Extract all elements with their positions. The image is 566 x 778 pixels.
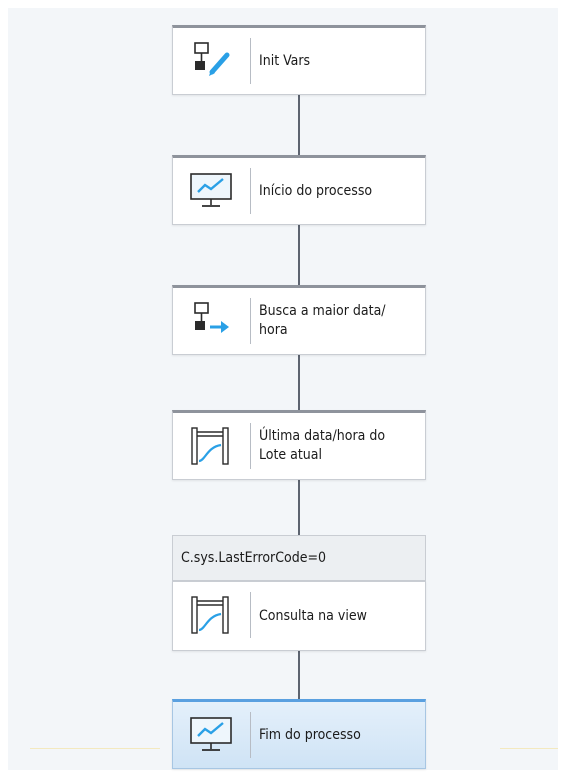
condition-label: C.sys.LastErrorCode=0	[181, 550, 327, 566]
node-separator	[250, 168, 251, 214]
node-separator	[250, 592, 251, 638]
monitor-chart-icon	[185, 168, 239, 216]
flow-step-busca-maior-data[interactable]: Busca a maior data/ hora	[172, 285, 426, 355]
connector-line	[298, 651, 300, 699]
database-query-icon	[185, 592, 239, 640]
node-label: Última data/hora do Lote atual	[259, 428, 386, 463]
assign-variable-icon	[185, 38, 239, 86]
connector-line	[298, 480, 300, 535]
node-label: Consulta na view	[259, 607, 367, 624]
condition-header[interactable]: C.sys.LastErrorCode=0	[172, 535, 426, 581]
flow-step-ultima-data-hora[interactable]: Última data/hora do Lote atual	[172, 410, 426, 480]
flow-step-init-vars[interactable]: Init Vars	[172, 25, 426, 95]
node-separator	[250, 712, 251, 758]
node-separator	[250, 423, 251, 469]
assign-arrow-icon	[185, 298, 239, 346]
guide-line	[30, 748, 160, 749]
node-label: Busca a maior data/ hora	[259, 303, 386, 338]
flow-step-fim-do-processo[interactable]: Fim do processo	[172, 699, 426, 769]
node-label: Início do processo	[259, 182, 373, 199]
connector-line	[298, 95, 300, 155]
node-separator	[250, 38, 251, 84]
flow-step-inicio-do-processo[interactable]: Início do processo	[172, 155, 426, 225]
node-label: Fim do processo	[259, 726, 361, 743]
guide-line	[500, 748, 558, 749]
connector-line	[298, 225, 300, 285]
flow-step-consulta-na-view[interactable]: Consulta na view	[172, 581, 426, 651]
flow-canvas	[8, 8, 558, 770]
database-query-icon	[185, 423, 239, 471]
connector-line	[298, 355, 300, 410]
node-separator	[250, 298, 251, 344]
node-label: Init Vars	[259, 52, 311, 69]
monitor-chart-icon	[185, 712, 239, 760]
